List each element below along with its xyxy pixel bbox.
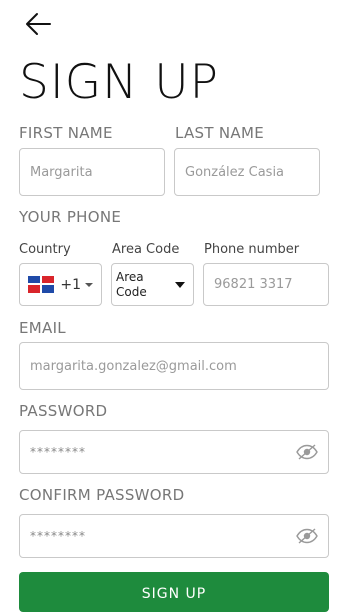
phone-number-field[interactable]: 96821 3317 (203, 263, 329, 306)
last-name-label: LAST NAME (175, 124, 265, 142)
email-field[interactable]: margarita.gonzalez@gmail.com (19, 342, 329, 390)
confirm-password-value: ******** (30, 529, 86, 543)
country-select[interactable]: +1 (19, 263, 102, 306)
eye-off-icon[interactable] (296, 444, 318, 460)
email-label: EMAIL (19, 319, 66, 337)
email-value: margarita.gonzalez@gmail.com (30, 358, 237, 374)
password-field[interactable]: ******** (19, 430, 329, 474)
sign-up-button-label: SIGN UP (141, 586, 207, 602)
phone-section-label: YOUR PHONE (19, 208, 122, 226)
last-name-field[interactable]: González Casia (174, 148, 320, 196)
last-name-value: González Casia (185, 164, 285, 180)
sign-up-button[interactable]: SIGN UP (19, 572, 329, 612)
area-code-select[interactable]: Area Code (111, 263, 194, 306)
area-code-value: Area Code (116, 269, 147, 299)
country-label: Country (19, 242, 71, 257)
phone-number-value: 96821 3317 (214, 277, 293, 292)
area-code-label: Area Code (112, 242, 180, 257)
back-button[interactable] (24, 11, 52, 37)
page-title: SIGN UP (19, 55, 219, 110)
password-label: PASSWORD (19, 402, 108, 420)
password-value: ******** (30, 445, 86, 459)
first-name-value: Margarita (30, 164, 93, 180)
arrow-left-icon (26, 13, 51, 35)
dominican-republic-flag-icon (28, 276, 54, 293)
first-name-field[interactable]: Margarita (19, 148, 165, 196)
first-name-label: FIRST NAME (19, 124, 113, 142)
dropdown-caret-icon (175, 281, 185, 288)
confirm-password-label: CONFIRM PASSWORD (19, 486, 185, 504)
chevron-down-icon (85, 282, 93, 287)
eye-off-icon[interactable] (296, 528, 318, 544)
country-code: +1 (60, 276, 81, 293)
phone-number-label: Phone number (204, 242, 300, 257)
confirm-password-field[interactable]: ******** (19, 514, 329, 558)
